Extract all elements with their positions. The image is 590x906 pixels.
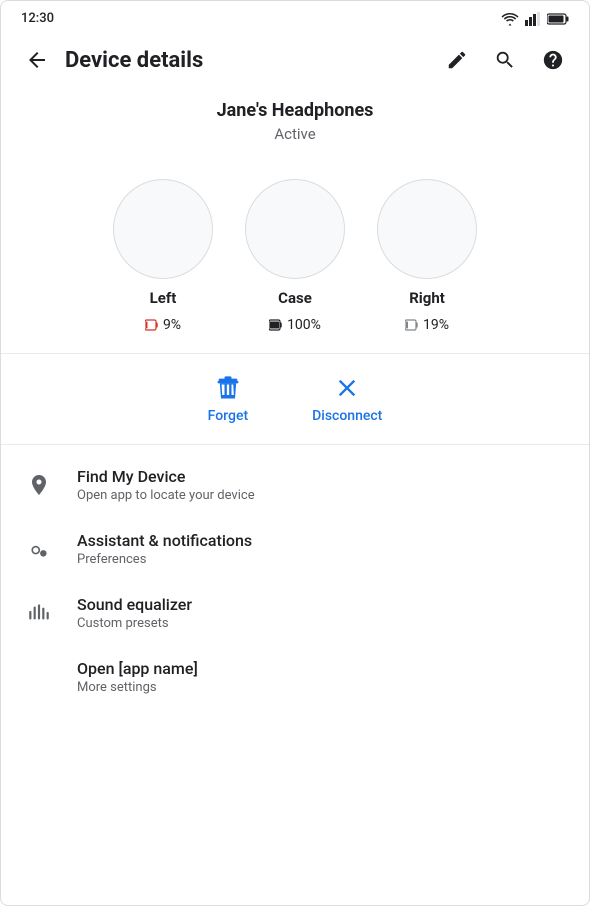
battery-case-label: Case — [278, 289, 312, 307]
edit-button[interactable] — [437, 40, 477, 80]
open-app-text: Open [app name] More settings — [77, 659, 198, 695]
header: Device details — [1, 32, 589, 92]
battery-case-level: 100% — [269, 317, 321, 333]
signal-icon — [525, 12, 541, 26]
battery-right-icon — [405, 318, 419, 332]
grid-icon — [21, 659, 57, 695]
x-icon — [333, 374, 361, 402]
battery-left-level: 9% — [145, 317, 181, 333]
header-actions — [437, 40, 573, 80]
find-device-subtitle: Open app to locate your device — [77, 488, 255, 503]
equalizer-icon — [21, 595, 57, 631]
battery-case-circle — [245, 179, 345, 279]
menu-item-open-app[interactable]: Open [app name] More settings — [1, 645, 589, 709]
page-title: Device details — [65, 48, 429, 73]
assistant-text: Assistant & notifications Preferences — [77, 531, 252, 567]
equalizer-text: Sound equalizer Custom presets — [77, 595, 192, 631]
battery-left-icon — [145, 318, 159, 332]
assistant-subtitle: Preferences — [77, 552, 252, 567]
find-device-text: Find My Device Open app to locate your d… — [77, 467, 255, 503]
open-app-title: Open [app name] — [77, 659, 198, 678]
menu-section: Find My Device Open app to locate your d… — [1, 445, 589, 717]
status-time: 12:30 — [21, 11, 54, 26]
battery-right-circle — [377, 179, 477, 279]
battery-left-circle — [113, 179, 213, 279]
wifi-icon — [501, 12, 519, 26]
battery-section: Left 9% Case 100% Right — [1, 163, 589, 353]
battery-right-level: 19% — [405, 317, 449, 333]
forget-button[interactable]: Forget — [208, 374, 248, 424]
menu-item-assistant[interactable]: Assistant & notifications Preferences — [1, 517, 589, 581]
battery-case: Case 100% — [245, 179, 345, 333]
disconnect-label: Disconnect — [312, 408, 382, 424]
battery-left-label: Left — [150, 289, 177, 307]
device-name: Jane's Headphones — [17, 100, 573, 121]
menu-item-equalizer[interactable]: Sound equalizer Custom presets — [1, 581, 589, 645]
help-button[interactable] — [533, 40, 573, 80]
action-section: Forget Disconnect — [1, 354, 589, 444]
status-icons — [501, 12, 569, 26]
find-device-title: Find My Device — [77, 467, 255, 486]
battery-left: Left 9% — [113, 179, 213, 333]
equalizer-subtitle: Custom presets — [77, 616, 192, 631]
assistant-icon — [21, 531, 57, 567]
assistant-title: Assistant & notifications — [77, 531, 252, 550]
back-button[interactable] — [17, 40, 57, 80]
device-status: Active — [17, 125, 573, 143]
disconnect-button[interactable]: Disconnect — [312, 374, 382, 424]
trash-icon — [214, 374, 242, 402]
forget-label: Forget — [208, 408, 248, 424]
battery-right: Right 19% — [377, 179, 477, 333]
device-info: Jane's Headphones Active — [1, 92, 589, 163]
battery-right-label: Right — [409, 289, 445, 307]
menu-item-find-device[interactable]: Find My Device Open app to locate your d… — [1, 453, 589, 517]
equalizer-title: Sound equalizer — [77, 595, 192, 614]
open-app-subtitle: More settings — [77, 680, 198, 695]
location-icon — [21, 467, 57, 503]
battery-status-icon — [547, 13, 569, 25]
battery-case-icon — [269, 318, 283, 332]
search-button[interactable] — [485, 40, 525, 80]
status-bar: 12:30 — [1, 1, 589, 32]
